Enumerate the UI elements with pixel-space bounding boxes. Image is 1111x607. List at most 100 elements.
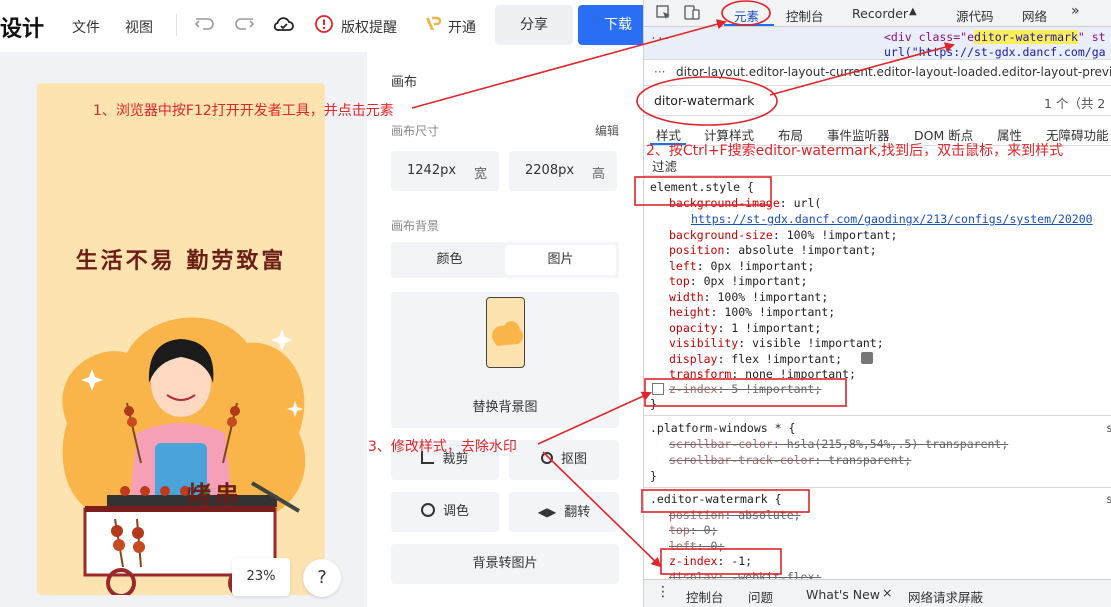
devtools-drawer: ⋮ 控制台 问题 What's New × 网络请求屏蔽 [644, 579, 1111, 607]
breadcrumb-path[interactable]: ditor-layout.editor-layout-current.edito… [676, 65, 1111, 79]
bg-thumbnail [486, 297, 525, 368]
flex-editor-icon[interactable] [861, 352, 873, 364]
platform-rule-close: } [650, 469, 657, 483]
matting-button[interactable]: 抠图 [509, 440, 619, 480]
watermark-decl[interactable]: left: 0; [669, 539, 724, 554]
style-decl[interactable]: top: 0px !important; [669, 274, 807, 289]
crop-button[interactable]: 裁剪 [391, 440, 499, 480]
watermark-zindex-decl[interactable]: z-index: -1; [669, 554, 752, 569]
tab-dom-breakpoints[interactable]: DOM 断点 [914, 125, 973, 144]
share-button[interactable]: 分享 [495, 5, 573, 45]
dom-tree: ··· <div class="editor-watermark" st url… [644, 27, 1111, 59]
watermark-decl[interactable]: display: -webkit-flex; [669, 570, 821, 579]
bg-preview-box[interactable] [391, 292, 619, 392]
width-field[interactable]: 1242px 宽 [391, 151, 499, 191]
watermark-decl[interactable]: position: absolute; [669, 508, 801, 523]
zoom-level[interactable]: 23% [232, 558, 290, 596]
bg-image-line[interactable]: background-image: url( [669, 196, 821, 211]
style-decl[interactable]: width: 100% !important; [669, 290, 828, 305]
edit-size-link[interactable]: 编辑 [595, 122, 619, 139]
tab-elements[interactable]: 元素 [734, 6, 759, 25]
more-tabs-icon[interactable]: » [1071, 3, 1080, 19]
device-toolbar-icon[interactable] [684, 4, 700, 21]
style-decl[interactable]: transform: none !important; [669, 367, 856, 382]
tab-accessibility[interactable]: 无障碍功能 [1046, 125, 1109, 144]
open-vip-button[interactable]: 开通 [448, 17, 476, 37]
style-decl[interactable]: opacity: 1 !important; [669, 321, 821, 336]
watermark-decl[interactable]: top: 0; [669, 523, 717, 538]
tab-recorder[interactable]: Recorder [852, 6, 908, 21]
style-decl[interactable]: visibility: visible !important; [669, 336, 884, 351]
file-menu[interactable]: 文件 [72, 17, 100, 37]
close-icon[interactable]: × [882, 585, 892, 600]
tab-layout[interactable]: 布局 [778, 125, 803, 144]
style-decl[interactable]: left: 0px !important; [669, 259, 814, 274]
style-decl[interactable]: background-size: 100% !important; [669, 228, 897, 243]
style-decl[interactable]: height: 100% !important; [669, 305, 835, 320]
adjust-color-label: 调色 [442, 504, 469, 519]
bg-thumbnail-art [492, 321, 523, 346]
drawer-tab-issues[interactable]: 问题 [748, 587, 773, 606]
decl-prop: position [669, 243, 725, 257]
adjust-color-button[interactable]: 调色 [391, 492, 499, 532]
decl-prop: transform [669, 367, 732, 381]
bg-type-tabs: 颜色 图片 [391, 242, 619, 278]
drawer-menu-icon[interactable]: ⋮ [656, 584, 670, 600]
tab-properties[interactable]: 属性 [997, 125, 1022, 144]
help-button[interactable]: ? [303, 559, 341, 597]
height-field[interactable]: 2208px 高 [509, 151, 617, 191]
decl-val: : -webkit-flex; [717, 570, 822, 579]
redo-icon[interactable] [232, 12, 256, 36]
flip-button[interactable]: ◀▶ 翻转 [509, 492, 619, 532]
bg-image-prop: background-image [669, 196, 780, 210]
cloud-save-icon[interactable] [272, 12, 296, 36]
style-decl[interactable]: position: absolute !important; [669, 243, 877, 258]
styles-filter-input[interactable]: 过滤 [652, 156, 677, 175]
app-logo: 设计 [0, 17, 45, 42]
copyright-reminder-button[interactable]: 版权提醒 [341, 17, 397, 37]
palette-icon [420, 503, 435, 517]
poster-title: 生活不易 勤劳致富 [75, 248, 287, 274]
tab-color[interactable]: 颜色 [394, 245, 505, 275]
drawer-tab-request-blocking[interactable]: 网络请求屏蔽 [908, 587, 983, 606]
breadcrumb-dots[interactable]: ··· [654, 65, 665, 79]
zindex-checkbox[interactable] [652, 383, 664, 395]
decl-val: : flex !important; [717, 352, 843, 366]
tab-styles[interactable]: 样式 [656, 125, 681, 144]
dom-expand-dots[interactable]: ··· [650, 31, 671, 46]
decl-val: : 0; [689, 523, 718, 537]
platform-decl[interactable]: scrollbar-track-color: transparent; [669, 453, 911, 468]
watermark-rule-selector: .editor-watermark { [650, 492, 782, 506]
drawer-tab-console[interactable]: 控制台 [686, 587, 724, 606]
undo-icon[interactable] [193, 12, 217, 36]
rule-source-link[interactable]: s [1106, 421, 1111, 436]
view-menu[interactable]: 视图 [125, 17, 153, 37]
rule-source-link[interactable]: s [1106, 492, 1111, 507]
decl-prop: opacity [669, 321, 718, 335]
style-decl[interactable]: display: flex !important; [669, 352, 842, 367]
tab-console[interactable]: 控制台 [786, 6, 824, 25]
replace-bg-button[interactable]: 替换背景图 [391, 388, 619, 428]
dom-search-input[interactable]: ditor-watermark [654, 93, 754, 108]
zindex-decl-disabled[interactable]: z-index: 5 !important; [669, 382, 821, 397]
bg-to-image-button[interactable]: 背景转图片 [391, 544, 619, 584]
decl-val: : -1; [717, 554, 753, 568]
tab-image[interactable]: 图片 [505, 245, 616, 275]
poster-canvas[interactable]: 生活不易 勤劳致富 烤串 [37, 83, 325, 595]
drawer-tab-whats-new[interactable]: What's New [806, 587, 880, 602]
tab-event-listeners[interactable]: 事件监听器 [827, 125, 890, 144]
decl-prop: visibility [669, 336, 739, 350]
cart-label: 烤串 [187, 480, 243, 509]
tab-network[interactable]: 网络 [1022, 6, 1047, 25]
bg-image-url[interactable]: https://st-gdx.dancf.com/gaodingx/213/co… [691, 212, 1093, 227]
platform-decl[interactable]: scrollbar-color: hsla(215,8%,54%,.5) tra… [669, 437, 1008, 452]
styles-tab-indicator [650, 143, 686, 145]
inspect-element-icon[interactable] [656, 5, 672, 21]
dom-node-open-tag[interactable]: <div class="editor-watermark" st [884, 30, 1106, 45]
decl-val: : absolute !important; [724, 243, 877, 257]
tab-computed[interactable]: 计算样式 [704, 125, 754, 144]
tab-sources[interactable]: 源代码 [956, 6, 994, 25]
devtools-tabbar: 元素 控制台 Recorder ▲ 源代码 网络 » [644, 0, 1111, 27]
rule-divider [644, 487, 1111, 488]
zindex-prop: z-index [669, 382, 718, 396]
